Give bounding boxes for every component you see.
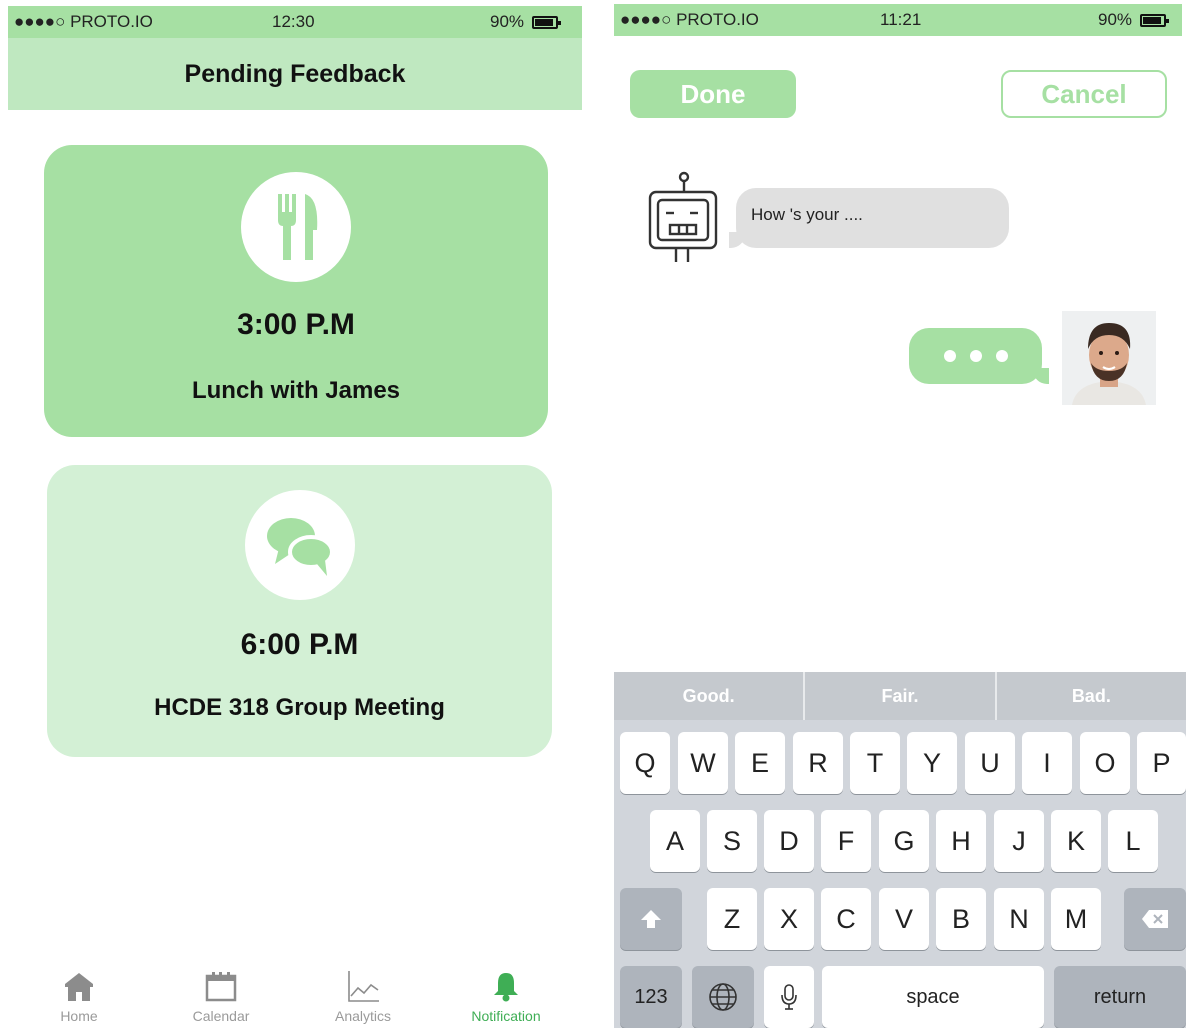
carrier-label: ●●●●○ PROTO.IO (14, 12, 153, 31)
home-icon (65, 973, 93, 1001)
key-o[interactable]: O (1080, 732, 1130, 794)
quick-reply-good[interactable]: Good. (614, 672, 803, 720)
fork-knife-icon (241, 172, 351, 282)
microphone-icon (781, 984, 797, 1010)
event-title: Lunch with James (191, 377, 401, 404)
status-bar: ●●●●○ PROTO.IO 11:21 90% (614, 4, 1182, 36)
event-time: 6:00 P.M (240, 628, 359, 661)
tab-calendar[interactable]: Calendar (161, 960, 281, 1024)
key-b[interactable]: B (936, 888, 986, 950)
user-avatar (1062, 311, 1156, 405)
return-key[interactable]: return (1054, 966, 1186, 1028)
battery-indicator: 90% (1098, 10, 1170, 30)
tab-notification[interactable]: Notification (446, 960, 566, 1024)
numbers-key[interactable]: 123 (620, 966, 682, 1028)
feedback-card-lunch[interactable]: 3:00 P.M Lunch with James (44, 145, 548, 437)
quick-reply-bad[interactable]: Bad. (994, 672, 1186, 720)
key-u[interactable]: U (965, 732, 1015, 794)
space-key[interactable]: space (822, 966, 1044, 1028)
key-l[interactable]: L (1108, 810, 1158, 872)
page-title: Pending Feedback (184, 59, 406, 88)
key-x[interactable]: X (764, 888, 814, 950)
analytics-chart-icon (348, 971, 379, 1002)
carrier-label: ●●●●○ PROTO.IO (620, 10, 759, 29)
pending-feedback-screen: ●●●●○ PROTO.IO 12:30 90% Pending Feedbac… (0, 0, 590, 1028)
key-e[interactable]: E (735, 732, 785, 794)
key-s[interactable]: S (707, 810, 757, 872)
battery-indicator: 90% (490, 12, 562, 32)
key-y[interactable]: Y (907, 732, 957, 794)
clock-label: 12:30 (272, 12, 315, 31)
tab-label: Notification (471, 1008, 541, 1024)
chat-bubbles-icon (244, 490, 355, 600)
calendar-icon (205, 972, 237, 1002)
quick-reply-bar: Good. Fair. Bad. (614, 672, 1186, 720)
key-i[interactable]: I (1022, 732, 1072, 794)
key-w[interactable]: W (678, 732, 728, 794)
tab-home[interactable]: Home (19, 960, 139, 1024)
bot-message-text: How 's your .... (751, 205, 863, 224)
key-v[interactable]: V (879, 888, 929, 950)
quick-reply-fair[interactable]: Fair. (803, 672, 994, 720)
backspace-icon (1142, 910, 1168, 928)
key-t[interactable]: T (850, 732, 900, 794)
key-f[interactable]: F (821, 810, 871, 872)
typing-dot (969, 350, 982, 362)
typing-dot (943, 350, 956, 362)
key-k[interactable]: K (1051, 810, 1101, 872)
key-r[interactable]: R (793, 732, 843, 794)
clock-label: 11:21 (880, 10, 922, 29)
typing-dot (995, 350, 1008, 362)
done-button[interactable]: Done (630, 70, 796, 118)
tab-bar: Home Calendar Analytics Notification (0, 960, 590, 1028)
event-title: HCDE 318 Group Meeting (154, 694, 445, 721)
robot-avatar-icon (648, 171, 718, 262)
status-bar: ●●●●○ PROTO.IO 12:30 90% (8, 6, 582, 38)
cancel-button[interactable]: Cancel (1001, 70, 1167, 118)
globe-key[interactable] (692, 966, 754, 1028)
tab-label: Calendar (192, 1008, 250, 1024)
feedback-card-meeting[interactable]: 6:00 P.M HCDE 318 Group Meeting (47, 465, 552, 757)
typing-indicator-bubble (909, 328, 1049, 384)
key-p[interactable]: P (1137, 732, 1186, 794)
key-a[interactable]: A (650, 810, 700, 872)
tab-analytics[interactable]: Analytics (303, 960, 423, 1024)
bot-message-bubble: How 's your .... (729, 188, 1009, 248)
key-z[interactable]: Z (707, 888, 757, 950)
microphone-key[interactable] (764, 966, 814, 1028)
tab-label: Home (60, 1008, 98, 1024)
battery-icon (1140, 13, 1170, 27)
key-d[interactable]: D (764, 810, 814, 872)
feedback-chat-screen: ●●●●○ PROTO.IO 11:21 90% Done Cancel How… (610, 0, 1186, 1028)
key-g[interactable]: G (879, 810, 929, 872)
globe-icon (709, 983, 737, 1011)
shift-key[interactable] (620, 888, 682, 950)
nav-bar: Pending Feedback (8, 38, 582, 110)
tab-label: Analytics (334, 1008, 392, 1024)
key-n[interactable]: N (994, 888, 1044, 950)
key-m[interactable]: M (1051, 888, 1101, 950)
bell-icon (494, 973, 518, 1002)
key-h[interactable]: H (936, 810, 986, 872)
shift-arrow-icon (641, 910, 661, 928)
event-time: 3:00 P.M (237, 308, 355, 341)
key-c[interactable]: C (821, 888, 871, 950)
battery-percent: 90% (490, 12, 525, 31)
keyboard: Q W E R T Y U I O P A S D F G H J K L Z … (614, 720, 1186, 1028)
battery-percent: 90% (1098, 10, 1133, 29)
key-j[interactable]: J (994, 810, 1044, 872)
key-q[interactable]: Q (620, 732, 670, 794)
delete-key[interactable] (1124, 888, 1186, 950)
battery-icon (532, 15, 562, 29)
